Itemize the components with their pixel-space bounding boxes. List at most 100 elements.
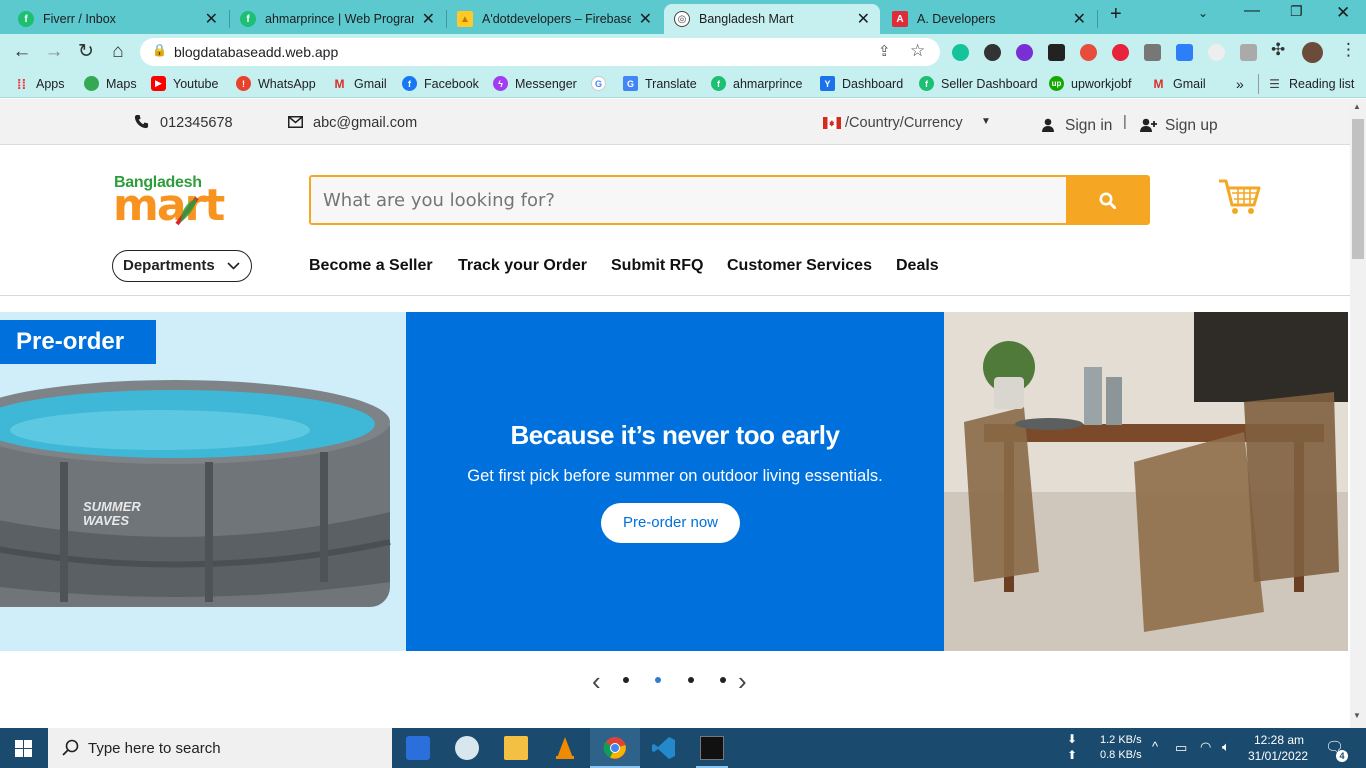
clock-time[interactable]: 12:28 am (1254, 733, 1304, 747)
battery-icon[interactable]: ▭ (1175, 740, 1187, 756)
restore-icon[interactable]: ❐ (1290, 3, 1303, 20)
bookmark-dashboard[interactable]: Y Dashboard (820, 76, 903, 91)
wifi-icon[interactable]: ◠ (1200, 739, 1211, 755)
caret-down-icon[interactable]: ▼ (981, 116, 991, 127)
nav-customer-services[interactable]: Customer Services (727, 257, 872, 275)
windows-start-icon[interactable] (15, 740, 32, 757)
carousel-dot-4[interactable] (720, 677, 726, 683)
page-scrollbar[interactable]: ▲ ▼ (1350, 99, 1366, 728)
tab-a-developers[interactable]: A A. Developers ✕ (882, 4, 1096, 34)
bookmark-facebook[interactable]: f Facebook (402, 76, 479, 91)
reading-list-button[interactable]: ☰ Reading list (1267, 76, 1354, 91)
tray-chevron-icon[interactable]: ^ (1152, 739, 1158, 754)
nav-deals[interactable]: Deals (896, 257, 939, 275)
carousel-prev-arrow[interactable]: ‹ (592, 666, 601, 697)
cart-icon[interactable] (1218, 178, 1262, 216)
extension-icon[interactable] (1144, 44, 1161, 61)
volume-icon[interactable]: 🔈︎ (1222, 739, 1230, 755)
share-icon[interactable]: ⇪ (878, 42, 891, 60)
search-input[interactable] (311, 177, 1068, 223)
grammarly-extension-icon[interactable] (952, 44, 969, 61)
clock-date[interactable]: 31/01/2022 (1248, 749, 1308, 763)
url-text[interactable]: blogdatabaseadd.web.app (174, 44, 338, 60)
sign-up-link[interactable]: Sign up (1165, 117, 1218, 135)
adblock-plus-icon[interactable] (1112, 44, 1129, 61)
carousel-dot-1[interactable] (623, 677, 629, 683)
bookmark-upworkjobf[interactable]: up upworkjobf (1049, 76, 1131, 91)
window-close-icon[interactable]: ✕ (1336, 3, 1350, 23)
extension-icon[interactable] (1240, 44, 1257, 61)
tab-fiverr[interactable]: f Fiverr / Inbox ✕ (8, 4, 228, 34)
close-icon[interactable]: ✕ (422, 9, 435, 29)
extension-icon[interactable] (1208, 44, 1225, 61)
close-icon[interactable]: ✕ (857, 9, 870, 29)
browser-toolbar: ← → ↻ ⌂ 🔒 blogdatabaseadd.web.app ⇪ ☆ ✣ … (0, 34, 1366, 70)
nav-track-order[interactable]: Track your Order (458, 257, 587, 275)
departments-label: Departments (123, 257, 215, 274)
bookmarks-overflow-button[interactable]: » (1236, 76, 1244, 92)
bookmark-label: Messenger (515, 76, 577, 91)
close-icon[interactable]: ✕ (205, 9, 218, 29)
extension-icon[interactable] (1048, 44, 1065, 61)
bookmark-maps[interactable]: Maps (84, 76, 137, 91)
nav-submit-rfq[interactable]: Submit RFQ (611, 257, 703, 275)
bookmark-translate[interactable]: G Translate (623, 76, 697, 91)
extension-icon[interactable] (1080, 44, 1097, 61)
menu-kebab-icon[interactable]: ⋮ (1340, 40, 1357, 60)
carousel-next-arrow[interactable]: › (738, 666, 747, 697)
bookmark-youtube[interactable]: ▶ Youtube (151, 76, 218, 91)
bookmark-gmail[interactable]: M Gmail (332, 76, 387, 91)
lock-icon: 🔒 (152, 43, 167, 57)
extensions-puzzle-icon[interactable]: ✣ (1271, 40, 1285, 60)
extension-icon[interactable] (1016, 44, 1033, 61)
chrome-icon[interactable] (603, 736, 627, 760)
speed-extension-icon[interactable] (984, 44, 1001, 61)
extension-icon[interactable] (1176, 44, 1193, 61)
country-currency-select[interactable]: /Country/Currency (845, 115, 963, 131)
vscode-icon[interactable] (652, 736, 676, 760)
new-tab-button[interactable]: + (1110, 3, 1122, 26)
scroll-up-arrow[interactable]: ▲ (1353, 102, 1361, 111)
address-bar[interactable]: 🔒 blogdatabaseadd.web.app ⇪ ☆ (140, 38, 940, 66)
paint-icon[interactable] (455, 736, 479, 760)
departments-dropdown[interactable]: Departments (112, 250, 252, 282)
tab-ahmarprince[interactable]: f ahmarprince | Web Programm ✕ (230, 4, 445, 34)
scroll-down-arrow[interactable]: ▼ (1353, 711, 1361, 720)
tab-search-icon[interactable]: ⌄ (1198, 6, 1208, 20)
tab-firebase[interactable]: ▲ A'dotdevelopers – Firebase c ✕ (447, 4, 662, 34)
reload-icon[interactable]: ↻ (74, 40, 98, 64)
minimize-icon[interactable]: — (1244, 2, 1260, 20)
bookmark-ahmarprince[interactable]: f ahmarprince (711, 76, 802, 91)
nav-become-seller[interactable]: Become a Seller (309, 257, 433, 275)
profile-avatar[interactable] (1302, 42, 1323, 63)
carousel-dot-2-active[interactable] (655, 677, 661, 683)
search-button[interactable] (1066, 177, 1148, 223)
bookmark-whatsapp[interactable]: ! WhatsApp (236, 76, 316, 91)
carousel-dot-3[interactable] (688, 677, 694, 683)
bookmark-label: Facebook (424, 76, 479, 91)
hero-banner[interactable]: SUMMER WAVES Pre-order Because it’s neve… (0, 312, 1348, 651)
sign-in-link[interactable]: Sign in (1065, 117, 1112, 135)
file-explorer-icon[interactable] (504, 736, 528, 760)
site-logo[interactable]: Bangladesh mart (113, 174, 255, 231)
microsoft-store-icon[interactable] (406, 736, 430, 760)
bookmark-apps[interactable]: ⁞⁞ Apps (14, 76, 65, 92)
close-icon[interactable]: ✕ (639, 9, 652, 29)
vlc-icon[interactable] (553, 736, 577, 760)
scrollbar-thumb[interactable] (1352, 119, 1364, 259)
bookmark-star-icon[interactable]: ☆ (910, 41, 925, 61)
bookmark-seller-dashboard[interactable]: f Seller Dashboard (919, 76, 1038, 91)
bookmark-messenger[interactable]: ϟ Messenger (493, 76, 577, 91)
home-icon[interactable]: ⌂ (106, 40, 130, 64)
email-address: abc@gmail.com (313, 115, 418, 131)
tab-bangladesh-mart[interactable]: ◎ Bangladesh Mart ✕ (664, 4, 880, 34)
taskbar-search-box[interactable]: Type here to search (48, 728, 392, 768)
close-icon[interactable]: ✕ (1073, 9, 1086, 29)
terminal-icon[interactable] (700, 736, 724, 760)
back-icon[interactable]: ← (10, 40, 34, 64)
bookmark-gmail-2[interactable]: M Gmail (1151, 76, 1206, 91)
bookmark-google[interactable]: G (591, 76, 613, 91)
forward-icon[interactable]: → (42, 40, 66, 64)
preorder-now-button[interactable]: Pre-order now (601, 503, 740, 543)
fiverr-icon: f (240, 11, 256, 27)
